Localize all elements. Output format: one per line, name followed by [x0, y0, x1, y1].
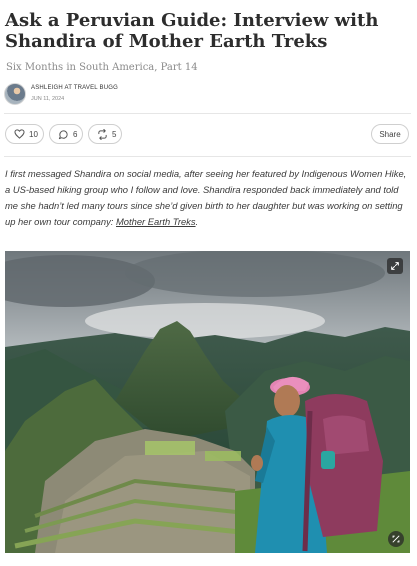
mother-earth-treks-link[interactable]: Mother Earth Treks: [116, 216, 196, 227]
post-title: Ask a Peruvian Guide: Interview with Sha…: [5, 10, 379, 52]
restack-button[interactable]: 5: [88, 124, 122, 144]
expand-image-button[interactable]: [387, 258, 403, 274]
restack-count: 5: [112, 129, 117, 139]
comment-bubble-icon: [58, 129, 69, 140]
paragraph-end: .: [195, 216, 199, 227]
post-subtitle: Six Months in South America, Part 14: [6, 62, 198, 73]
heart-icon: [14, 129, 25, 139]
share-button[interactable]: Share: [371, 124, 409, 144]
like-count: 10: [29, 129, 38, 139]
article-paragraph: I first messaged Shandira on social medi…: [5, 166, 411, 230]
image-tool-icon: [391, 534, 401, 544]
post-date: JUN 11, 2024: [31, 96, 65, 102]
restack-arrows-icon: [97, 128, 108, 140]
divider-top: [4, 113, 411, 114]
comment-count: 6: [73, 129, 78, 139]
like-button[interactable]: 10: [5, 124, 44, 144]
article-photo[interactable]: [5, 251, 410, 553]
paragraph-text: I first messaged Shandira on social medi…: [5, 168, 407, 227]
image-tool-button[interactable]: [388, 531, 404, 547]
byline: ASHLEIGH AT TRAVEL BUGG JUN 11, 2024: [4, 82, 304, 106]
comment-button[interactable]: 6: [49, 124, 83, 144]
divider-bottom: [4, 156, 411, 157]
author-avatar[interactable]: [4, 83, 26, 105]
expand-icon: [390, 261, 400, 271]
post-page: Ask a Peruvian Guide: Interview with Sha…: [0, 0, 417, 566]
author-name[interactable]: ASHLEIGH AT TRAVEL BUGG: [31, 85, 118, 91]
machu-picchu-photo: [5, 251, 410, 553]
